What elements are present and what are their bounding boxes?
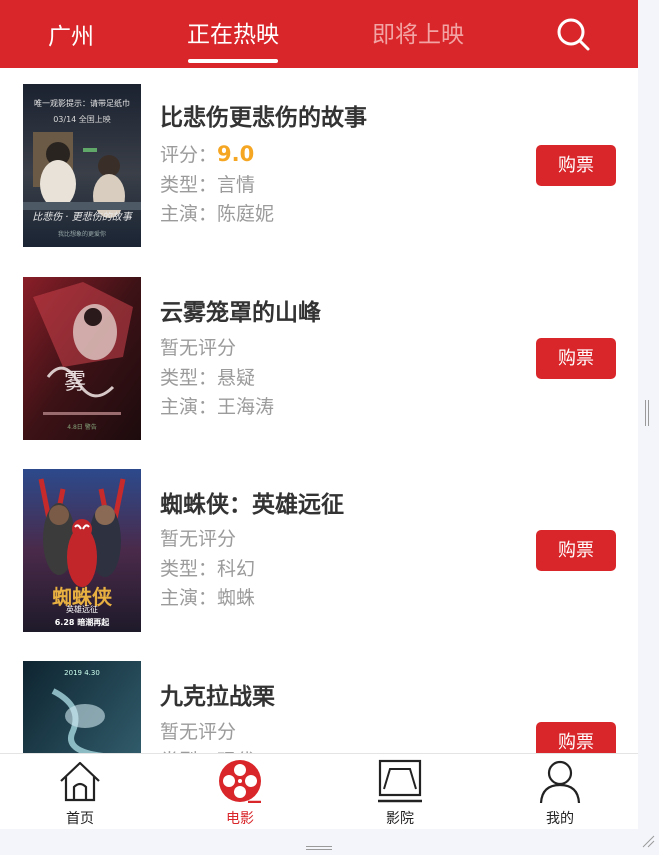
poster-release-date: 03/14 全国上映 <box>53 115 111 124</box>
movie-genre: 类型：科幻 <box>160 558 256 580</box>
poster-subtitle: 英雄远征 <box>66 605 98 614</box>
score-label: 评分： <box>160 144 218 166</box>
nav-profile[interactable]: 我的 <box>480 754 638 829</box>
movie-score: 评分：9.0 <box>160 140 254 167</box>
bottom-nav: 首页 电影 影院 我的 <box>0 753 638 829</box>
movie-poster[interactable]: 比悲伤 · 更悲伤的故事 我比想象的更爱你 唯一观影提示：请带足纸巾 03/14… <box>23 84 141 247</box>
movie-genre: 类型：悬疑 <box>160 367 256 389</box>
movie-title[interactable]: 蜘蛛侠：英雄远征 <box>160 485 344 519</box>
tab-now-showing[interactable]: 正在热映 <box>187 15 279 49</box>
movie-poster[interactable]: 蜘蛛侠 英雄远征 6.28 暗潮再起 <box>23 469 141 632</box>
search-icon[interactable] <box>555 16 591 52</box>
nav-home[interactable]: 首页 <box>0 754 160 829</box>
movie-poster[interactable]: 雾 4.8日 警告 <box>23 277 141 440</box>
corner-resize-grip[interactable] <box>641 833 655 848</box>
movie-item[interactable]: 蜘蛛侠 英雄远征 6.28 暗潮再起 蜘蛛侠：英雄远征 暂无评分 类型：科幻 主… <box>0 469 638 661</box>
svg-text:我比想象的更爱你: 我比想象的更爱你 <box>58 230 106 238</box>
svg-text:4.8日 警告: 4.8日 警告 <box>67 423 96 431</box>
movie-title[interactable]: 云雾笼罩的山峰 <box>160 293 321 327</box>
top-bar: 广州 正在热映 即将上映 <box>0 0 638 68</box>
svg-text:比悲伤 · 更悲伤的故事: 比悲伤 · 更悲伤的故事 <box>32 211 134 223</box>
nav-movies[interactable]: 电影 <box>160 754 320 829</box>
home-icon <box>60 761 100 802</box>
movie-title[interactable]: 比悲伤更悲伤的故事 <box>160 98 367 132</box>
buy-ticket-button[interactable]: 购票 <box>536 338 616 379</box>
movie-title[interactable]: 九克拉战栗 <box>160 677 275 711</box>
svg-text:雾: 雾 <box>64 370 86 395</box>
score-value: 9.0 <box>217 142 255 166</box>
nav-movies-label: 电影 <box>226 811 254 827</box>
tab-coming-soon[interactable]: 即将上映 <box>372 15 464 49</box>
bottom-resize-handle[interactable] <box>306 836 332 850</box>
movie-cast: 主演：蜘蛛 <box>160 587 256 609</box>
buy-ticket-button[interactable]: 购票 <box>536 530 616 571</box>
movie-genre: 类型：言情 <box>160 174 256 196</box>
nav-cinema-label: 影院 <box>386 811 414 827</box>
app-frame: 广州 正在热映 即将上映 比悲伤 · 更悲伤的故事 我比想象的更爱你 唯一观影提… <box>0 0 638 829</box>
movie-item[interactable]: 比悲伤 · 更悲伤的故事 我比想象的更爱你 唯一观影提示：请带足纸巾 03/14… <box>0 84 638 276</box>
user-icon <box>539 760 581 803</box>
buy-ticket-button[interactable]: 购票 <box>536 145 616 186</box>
nav-cinema[interactable]: 影院 <box>320 754 480 829</box>
movie-cast: 主演：陈庭妮 <box>160 203 275 225</box>
movie-score: 暂无评分 <box>160 528 237 550</box>
city-selector[interactable]: 广州 <box>48 17 94 51</box>
poster-tagline: 唯一观影提示：请带足纸巾 <box>34 99 130 108</box>
film-reel-icon <box>219 760 261 803</box>
movie-cast: 主演：王海涛 <box>160 396 275 418</box>
nav-home-label: 首页 <box>66 811 94 827</box>
movie-score: 暂无评分 <box>160 337 237 359</box>
active-tab-indicator <box>188 59 278 63</box>
poster-release-date: 6.28 暗潮再起 <box>54 618 110 627</box>
movie-score: 暂无评分 <box>160 721 237 743</box>
nav-profile-label: 我的 <box>546 811 574 827</box>
svg-text:2019 4.30: 2019 4.30 <box>64 669 100 677</box>
side-resize-handle[interactable] <box>644 400 650 426</box>
movie-item[interactable]: 雾 4.8日 警告 云雾笼罩的山峰 暂无评分 类型：悬疑 主演：王海涛 购票 <box>0 277 638 469</box>
cinema-screen-icon <box>378 759 422 803</box>
